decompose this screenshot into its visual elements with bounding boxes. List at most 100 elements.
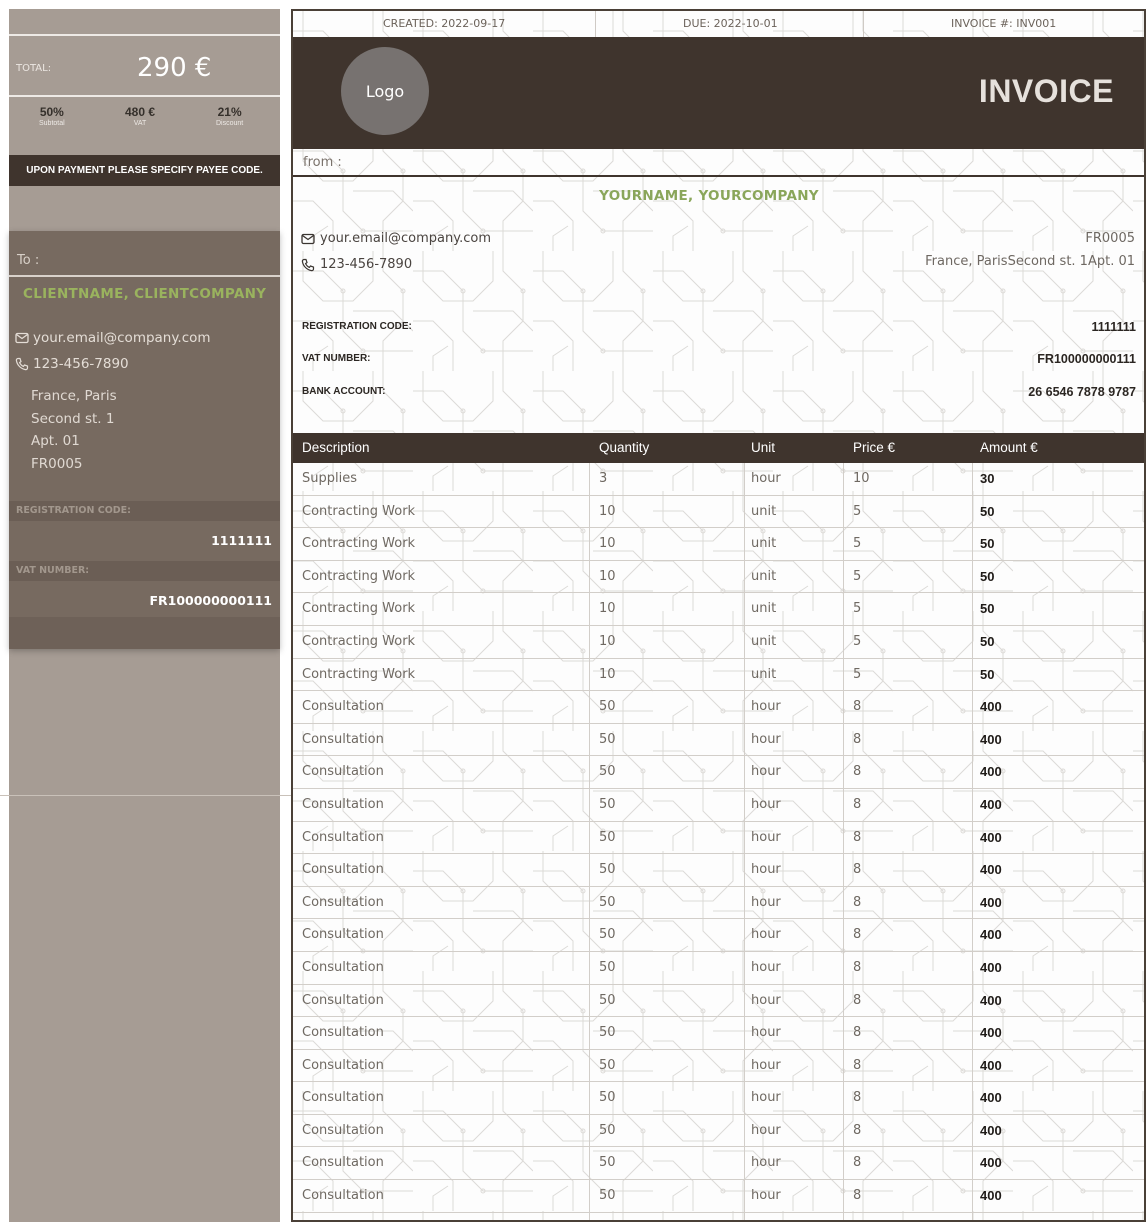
to-label: To : — [17, 253, 40, 268]
item-quantity: 50 — [599, 829, 616, 845]
item-unit: unit — [751, 536, 777, 552]
item-amount: 400 — [980, 862, 1002, 878]
item-amount: 50 — [980, 666, 995, 682]
item-description: Consultation — [302, 1090, 384, 1106]
item-unit: hour — [751, 1025, 781, 1041]
item-quantity: 50 — [599, 1090, 616, 1106]
client-phone-text: 123-456-7890 — [33, 356, 129, 372]
item-amount: 400 — [980, 731, 1002, 747]
total-row: TOTAL: 290 € — [9, 45, 280, 95]
sender-phone[interactable]: 123-456-7890 — [301, 257, 412, 272]
client-vat-value: FR100000000111 — [149, 593, 272, 608]
phone-icon — [301, 258, 315, 272]
item-price: 8 — [853, 1122, 862, 1138]
item-unit: unit — [751, 568, 777, 584]
client-card: To : CLIENTNAME, CLIENTCOMPANY your.emai… — [9, 231, 280, 649]
item-quantity: 10 — [599, 633, 616, 649]
sender-code: FR0005 — [1085, 231, 1135, 246]
client-name: CLIENTNAME, CLIENTCOMPANY — [23, 286, 267, 302]
from-label: from : — [303, 155, 342, 170]
stat-value: 21% — [217, 105, 242, 119]
client-email[interactable]: your.email@company.com — [15, 330, 211, 346]
client-email-text: your.email@company.com — [33, 330, 211, 346]
stat-label: VAT — [133, 120, 147, 127]
item-unit: hour — [751, 1057, 781, 1073]
column-header: Price € — [853, 440, 896, 455]
item-amount: 50 — [980, 568, 995, 584]
table-row: Consultation 50 hour 8 400 — [293, 789, 1144, 822]
item-description: Contracting Work — [302, 503, 416, 519]
item-quantity: 3 — [599, 471, 608, 486]
table-row: Consultation 50 hour 8 400 — [293, 691, 1144, 724]
item-unit: hour — [751, 992, 781, 1008]
page-guide-line — [0, 795, 291, 796]
item-unit: hour — [751, 959, 781, 975]
summary-sidebar: TOTAL: 290 € 50% Subtotal 480 € VAT 21% … — [9, 9, 280, 1222]
item-price: 5 — [853, 633, 862, 649]
item-quantity: 10 — [599, 503, 616, 519]
item-description: Contracting Work — [302, 666, 416, 682]
item-price: 8 — [853, 764, 862, 780]
item-quantity: 50 — [599, 1122, 616, 1138]
table-row: Consultation 50 hour 8 400 — [293, 1115, 1144, 1148]
sender-email[interactable]: your.email@company.com — [301, 231, 491, 246]
item-quantity: 10 — [599, 568, 616, 584]
item-description: Consultation — [302, 1155, 384, 1171]
item-description: Contracting Work — [302, 568, 416, 584]
column-header: Amount € — [980, 440, 1038, 455]
item-unit: hour — [751, 764, 781, 780]
item-description: Consultation — [302, 1057, 384, 1073]
item-amount: 400 — [980, 1122, 1002, 1138]
item-unit: hour — [751, 699, 781, 715]
item-quantity: 50 — [599, 959, 616, 975]
item-unit: unit — [751, 503, 777, 519]
phone-icon — [15, 357, 29, 371]
item-price: 8 — [853, 1057, 862, 1073]
item-unit: hour — [751, 862, 781, 878]
item-price: 8 — [853, 959, 862, 975]
client-address-line: Apt. 01 — [31, 433, 80, 449]
item-description: Consultation — [302, 862, 384, 878]
mail-icon — [301, 232, 315, 246]
item-description: Consultation — [302, 764, 384, 780]
stat-value: 480 € — [125, 105, 156, 119]
total-label: TOTAL: — [16, 63, 52, 74]
item-description: Supplies — [302, 471, 357, 486]
item-amount: 400 — [980, 959, 1002, 975]
sender-vat-label: VAT NUMBER: — [302, 353, 371, 364]
item-unit: unit — [751, 601, 777, 617]
brand-header: Logo INVOICE — [293, 37, 1144, 149]
item-quantity: 50 — [599, 862, 616, 878]
item-amount: 400 — [980, 699, 1002, 715]
item-description: Contracting Work — [302, 601, 416, 617]
item-price: 5 — [853, 503, 862, 519]
item-unit: hour — [751, 927, 781, 943]
table-row: Supplies 3 hour 10 30 — [293, 463, 1144, 496]
logo: Logo — [341, 47, 429, 135]
item-unit: hour — [751, 1090, 781, 1106]
column-header: Quantity — [599, 440, 650, 455]
client-address-line: Second st. 1 — [31, 411, 115, 427]
client-vat-label: VAT NUMBER: — [16, 565, 90, 576]
invoice-document: CREATED: 2022-09-17 DUE: 2022-10-01 INVO… — [291, 9, 1146, 1222]
item-quantity: 50 — [599, 764, 616, 780]
created-date: CREATED: 2022-09-17 — [383, 17, 506, 30]
item-price: 10 — [853, 471, 870, 486]
item-quantity: 50 — [599, 992, 616, 1008]
invoice-meta-bar: CREATED: 2022-09-17 DUE: 2022-10-01 INVO… — [293, 11, 1144, 37]
item-amount: 50 — [980, 633, 995, 649]
sender-bank-value: 26 6546 7878 9787 — [1028, 385, 1136, 399]
item-description: Consultation — [302, 699, 384, 715]
item-amount: 400 — [980, 1155, 1002, 1171]
item-unit: hour — [751, 796, 781, 812]
client-phone[interactable]: 123-456-7890 — [15, 356, 129, 372]
item-price: 8 — [853, 862, 862, 878]
table-row: Contracting Work 10 unit 5 50 — [293, 593, 1144, 626]
item-quantity: 50 — [599, 1155, 616, 1171]
column-header: Unit — [751, 440, 776, 455]
page-title: INVOICE — [978, 73, 1114, 109]
item-amount: 30 — [980, 471, 995, 486]
item-description: Contracting Work — [302, 633, 416, 649]
item-quantity: 50 — [599, 894, 616, 910]
sender-email-text: your.email@company.com — [320, 231, 491, 246]
